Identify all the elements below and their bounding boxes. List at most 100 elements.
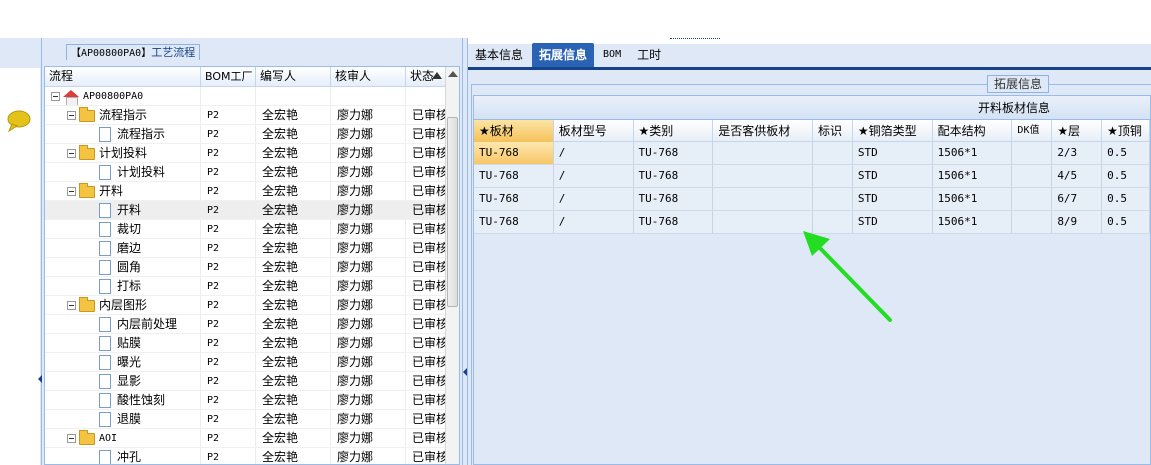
column-header-top-copper[interactable]: ★顶铜	[1102, 120, 1151, 142]
column-header-board[interactable]: ★板材	[474, 120, 554, 142]
board-cell[interactable]: TU-768	[474, 165, 554, 187]
mark-cell[interactable]	[813, 142, 853, 164]
tree-row[interactable]: 流程指示 P2 全宏艳 廖力娜 已审核	[45, 125, 447, 144]
top-copper-cell[interactable]: 0.5	[1102, 188, 1151, 210]
copper-foil-cell[interactable]: STD	[853, 188, 933, 210]
layer-cell[interactable]: 4/5	[1052, 165, 1103, 187]
expander-icon[interactable]	[67, 111, 76, 120]
mark-cell[interactable]	[813, 211, 853, 233]
board-cell[interactable]: TU-768	[474, 142, 554, 164]
customer-supplied-cell[interactable]	[713, 211, 813, 233]
expander-icon[interactable]	[67, 301, 76, 310]
scrollbar-thumb[interactable]	[447, 117, 458, 307]
board-model-cell[interactable]: /	[554, 188, 634, 210]
tree-row[interactable]: 开料 P2 全宏艳 廖力娜 已审核	[45, 182, 447, 201]
tree-row[interactable]: 磨边 P2 全宏艳 廖力娜 已审核	[45, 239, 447, 258]
top-copper-cell[interactable]: 0.5	[1102, 211, 1151, 233]
board-cell[interactable]: TU-768	[474, 211, 554, 233]
board-model-cell[interactable]: /	[554, 142, 634, 164]
tree-root-row[interactable]: AP00800PA0	[45, 87, 447, 106]
tree-row[interactable]: 计划投料 P2 全宏艳 廖力娜 已审核	[45, 144, 447, 163]
tab-basic-info[interactable]: 基本信息	[468, 43, 530, 67]
top-copper-cell[interactable]: 0.5	[1102, 165, 1151, 187]
tree-vertical-scrollbar[interactable]	[445, 67, 459, 464]
layer-cell[interactable]: 6/7	[1052, 188, 1103, 210]
expander-icon[interactable]	[67, 149, 76, 158]
tree-row[interactable]: 开料 P2 全宏艳 廖力娜 已审核	[45, 201, 447, 220]
tree-row[interactable]: 曝光 P2 全宏艳 廖力娜 已审核	[45, 353, 447, 372]
copper-foil-cell[interactable]: STD	[853, 142, 933, 164]
dk-cell[interactable]	[1012, 211, 1053, 233]
board-cell[interactable]: TU-768	[474, 188, 554, 210]
dk-cell[interactable]	[1012, 188, 1053, 210]
category-cell[interactable]: TU-768	[634, 142, 714, 164]
collapse-left-icon[interactable]	[38, 375, 42, 383]
copper-foil-cell[interactable]: STD	[853, 211, 933, 233]
column-header-flow[interactable]: 流程	[45, 67, 201, 87]
column-header-reviewer[interactable]: 核审人	[331, 67, 406, 87]
category-cell[interactable]: TU-768	[634, 165, 714, 187]
tab-work-hours[interactable]: 工时	[630, 43, 668, 67]
tree-row[interactable]: 内层图形 P2 全宏艳 廖力娜 已审核	[45, 296, 447, 315]
tree-row[interactable]: 圆角 P2 全宏艳 廖力娜 已审核	[45, 258, 447, 277]
board-row[interactable]: TU-768/TU-768 STD 1506*1 8/9 0.5	[474, 211, 1151, 234]
column-header-author[interactable]: 编写人	[256, 67, 331, 87]
expander-icon[interactable]	[67, 434, 76, 443]
structure-cell[interactable]: 1506*1	[933, 211, 1013, 233]
tree-row[interactable]: 打标 P2 全宏艳 廖力娜 已审核	[45, 277, 447, 296]
tree-row[interactable]: 内层前处理 P2 全宏艳 廖力娜 已审核	[45, 315, 447, 334]
chat-bubble-icon[interactable]	[6, 110, 34, 132]
customer-supplied-cell[interactable]	[713, 188, 813, 210]
column-header-mark[interactable]: 标识	[813, 120, 853, 142]
top-copper-cell[interactable]: 0.5	[1102, 142, 1151, 164]
tree-row[interactable]: 冲孔 P2 全宏艳 廖力娜 已审核	[45, 448, 447, 464]
board-model-cell[interactable]: /	[554, 211, 634, 233]
detail-tabs: 基本信息 拓展信息 BOM 工时	[468, 43, 1151, 70]
tree-row[interactable]: AOI P2 全宏艳 廖力娜 已审核	[45, 429, 447, 448]
tree-row[interactable]: 酸性蚀刻 P2 全宏艳 廖力娜 已审核	[45, 391, 447, 410]
category-cell[interactable]: TU-768	[634, 188, 714, 210]
category-cell[interactable]: TU-768	[634, 211, 714, 233]
structure-cell[interactable]: 1506*1	[933, 142, 1013, 164]
tree-row[interactable]: 贴膜 P2 全宏艳 廖力娜 已审核	[45, 334, 447, 353]
customer-supplied-cell[interactable]	[713, 165, 813, 187]
mark-cell[interactable]	[813, 165, 853, 187]
tree-row[interactable]: 显影 P2 全宏艳 廖力娜 已审核	[45, 372, 447, 391]
copper-foil-cell[interactable]: STD	[853, 165, 933, 187]
expander-icon[interactable]	[67, 187, 76, 196]
column-header-customer-supplied[interactable]: 是否客供板材	[713, 120, 813, 142]
splitter-collapse-icon[interactable]	[463, 368, 467, 376]
tab-extended-info[interactable]: 拓展信息	[532, 43, 595, 67]
column-header-board-model[interactable]: 板材型号	[554, 120, 634, 142]
expander-icon[interactable]	[51, 92, 60, 101]
dk-cell[interactable]	[1012, 142, 1053, 164]
structure-cell[interactable]: 1506*1	[933, 165, 1013, 187]
layer-cell[interactable]: 8/9	[1052, 211, 1103, 233]
board-row[interactable]: TU-768/TU-768 STD 1506*1 4/5 0.5	[474, 165, 1151, 188]
dk-cell[interactable]	[1012, 165, 1053, 187]
board-model-cell[interactable]: /	[554, 165, 634, 187]
layer-cell[interactable]: 2/3	[1052, 142, 1103, 164]
column-header-structure[interactable]: 配本结构	[933, 120, 1013, 142]
tree-bom-cell: P2	[201, 258, 256, 276]
mark-cell[interactable]	[813, 188, 853, 210]
tree-reviewer-cell: 廖力娜	[331, 448, 406, 464]
column-header-copper-foil-type[interactable]: ★铜箔类型	[853, 120, 933, 142]
tree-bom-cell: P2	[201, 315, 256, 333]
column-header-bom[interactable]: BOM工厂	[201, 67, 256, 87]
customer-supplied-cell[interactable]	[713, 142, 813, 164]
column-header-category[interactable]: ★类别	[634, 120, 714, 142]
column-header-status[interactable]: 状态	[406, 67, 447, 87]
column-header-dk[interactable]: DK值	[1012, 120, 1053, 142]
tree-row[interactable]: 流程指示 P2 全宏艳 廖力娜 已审核	[45, 106, 447, 125]
tree-row[interactable]: 裁切 P2 全宏艳 廖力娜 已审核	[45, 220, 447, 239]
scroll-up-icon[interactable]	[448, 71, 458, 77]
tab-bom[interactable]: BOM	[596, 43, 628, 67]
structure-cell[interactable]: 1506*1	[933, 188, 1013, 210]
tree-row[interactable]: 计划投料 P2 全宏艳 廖力娜 已审核	[45, 163, 447, 182]
board-row[interactable]: TU-768/TU-768 STD 1506*1 6/7 0.5	[474, 188, 1151, 211]
column-header-layer[interactable]: ★层	[1052, 120, 1103, 142]
board-row[interactable]: TU-768/TU-768 STD 1506*1 2/3 0.5	[474, 142, 1151, 165]
tree-row[interactable]: 退膜 P2 全宏艳 廖力娜 已审核	[45, 410, 447, 429]
tree-reviewer-cell: 廖力娜	[331, 106, 406, 124]
